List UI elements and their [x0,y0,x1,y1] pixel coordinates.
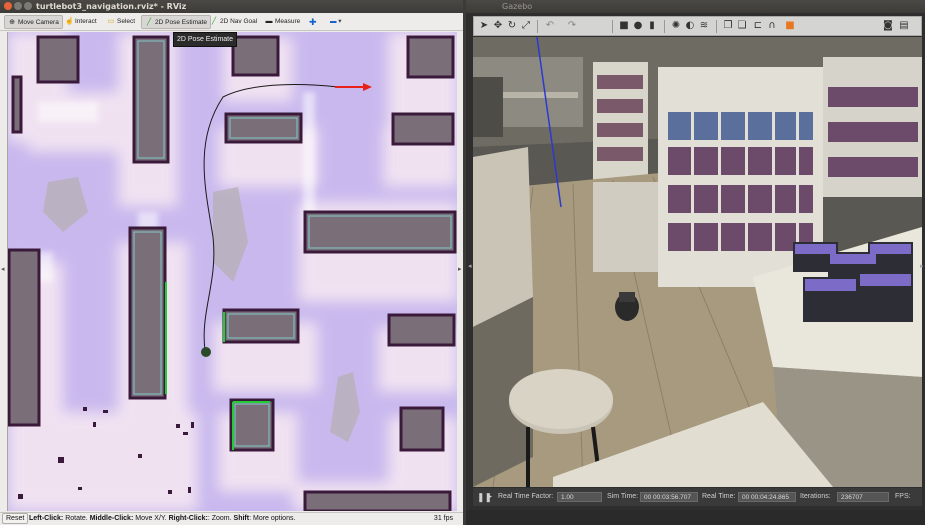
map-viewport[interactable] [7,32,457,511]
cylinder-shape-icon[interactable]: ▮ [646,20,658,32]
hint-left-desc: Rotate. [65,515,88,522]
reset-button[interactable]: Reset [2,513,29,524]
translate-icon[interactable]: ✥ [492,20,504,32]
box-shape-icon[interactable]: ■ [618,20,630,32]
sphere-shape-icon[interactable]: ● [632,20,644,32]
tool-label: 2D Pose Estimate [155,19,208,26]
hint-shift-key: Shift [233,515,250,522]
undo-icon[interactable]: ↶ [544,20,556,32]
sim-time-value: 00 00:03:56.707 [640,492,698,502]
left-panel-handle-icon[interactable]: ◂ [468,262,472,270]
move-camera-icon: ⊕ [9,19,15,26]
interact-icon: ☝ [65,18,74,25]
close-button[interactable] [4,2,12,10]
toolbar-divider [612,20,613,33]
remove-tool-button[interactable]: ▬ ▾ [327,15,345,29]
tool-label: 2D Nav Goal [220,18,258,25]
measure-icon: ▬ [265,18,273,25]
iterations-value: 236707 [837,492,889,502]
snap-icon[interactable]: ∩ [766,20,778,32]
plus-icon: ✚ [309,17,317,27]
nav-goal-icon: ╱ [211,18,217,25]
tool-label: Measure [275,18,301,25]
step-icon[interactable]: ▸ [489,488,492,506]
hint-middle-key: Middle-Click: [89,515,134,522]
record-icon[interactable]: ▤ [898,20,910,32]
rviz-titlebar: turtlebot3_navigation.rviz* - RViz [0,0,463,13]
hint-middle-desc: Move X/Y. [135,515,167,522]
paste-icon[interactable]: ❏ [736,20,748,32]
hint-right-desc: : Zoom. [207,515,232,522]
scale-icon[interactable]: ⤢ [520,20,532,32]
window-title: Gazebo [502,2,533,11]
real-time-value: 00 00:04:24.865 [738,492,796,502]
real-time-label: Real Time: [702,493,736,500]
redo-icon[interactable]: ↷ [566,20,578,32]
tool-label: Select [117,18,136,25]
point-light-icon[interactable]: ✺ [670,20,682,32]
right-panel-handle-icon[interactable]: ▸ [458,265,462,273]
hint-shift-desc: : More options. [249,515,296,522]
gazebo-toolbar: ➤ ✥ ↻ ⤢ ↶ ↷ ■ ● ▮ ✺ ◐ ≋ ❐ ❏ ⊏ ∩ ■ ◙ ▤ [473,16,922,36]
left-panel-handle-icon[interactable]: ◂ [1,265,5,273]
gazebo-bottom-strip [466,510,925,525]
copy-icon[interactable]: ❐ [722,20,734,32]
rtf-label: Real Time Factor: [498,493,554,500]
fps-readout: 31 fps [433,515,453,522]
iterations-label: Iterations: [800,493,831,500]
gazebo-titlebar: Gazebo [466,0,925,13]
store-scene [473,37,922,487]
costmap-map [8,32,457,511]
toolbar-divider [537,20,538,33]
toolbar-divider [716,20,717,33]
spot-light-icon[interactable]: ◐ [684,20,696,32]
measure-tool[interactable]: ▬ Measure [262,15,303,29]
rotate-icon[interactable]: ↻ [506,20,518,32]
gazebo-window: Gazebo ➤ ✥ ↻ ⤢ ↶ ↷ ■ ● ▮ ✺ ◐ ≋ ❐ ❏ ⊏ ∩ ■… [466,0,925,525]
sim-time-label: Sim Time: [607,493,639,500]
screenshot-icon[interactable]: ◙ [882,20,894,32]
rviz-statusbar: Reset Left-Click: Rotate. Middle-Click: … [0,512,463,525]
fps-label: FPS: [895,493,911,500]
move-camera-tool[interactable]: ⊕ Move Camera [4,15,63,29]
pose-estimate-icon: ╱ [146,19,152,26]
nav-goal-tool[interactable]: ╱ 2D Nav Goal [207,15,260,29]
mouse-hint: Left-Click: Rotate. Middle-Click: Move X… [29,513,295,525]
tool-tooltip: 2D Pose Estimate [173,32,238,47]
align-icon[interactable]: ⊏ [752,20,764,32]
interact-tool[interactable]: ☝Interact [62,15,100,29]
add-tool-button[interactable]: ✚ [306,15,320,29]
window-title: turtlebot3_navigation.rviz* - RViz [36,2,187,11]
hint-left-key: Left-Click: [29,515,64,522]
tool-label: Move Camera [18,19,59,26]
hint-right-key: Right-Click: [168,515,208,522]
minimize-button[interactable] [14,2,22,10]
select-icon: ▭ [107,18,115,25]
toolbar-divider [664,20,665,33]
directional-light-icon[interactable]: ≋ [698,20,710,32]
rtf-value: 1.00 [557,492,602,502]
gazebo-3d-viewport[interactable] [473,37,922,487]
rviz-toolbar: ⊕ Move Camera ☝Interact ▭ Select ╱ 2D Pose … [0,13,463,31]
maximize-button[interactable] [24,2,32,10]
select-tool[interactable]: ▭ Select [104,15,138,29]
select-arrow-icon[interactable]: ➤ [478,20,490,32]
right-panel-handle-icon[interactable]: ▸ [920,262,924,270]
robot-marker [201,347,211,357]
gazebo-statusbar: ❚❚ ▸ Real Time Factor: 1.00 Sim Time: 00… [473,488,922,506]
chevron-down-icon: ▾ [336,18,342,25]
pose-estimate-tool[interactable]: ╱ 2D Pose Estimate [141,15,212,29]
rviz-window: turtlebot3_navigation.rviz* - RViz ⊕ Move… [0,0,463,525]
tool-label: Interact [75,18,97,25]
change-view-icon[interactable]: ■ [784,20,796,32]
